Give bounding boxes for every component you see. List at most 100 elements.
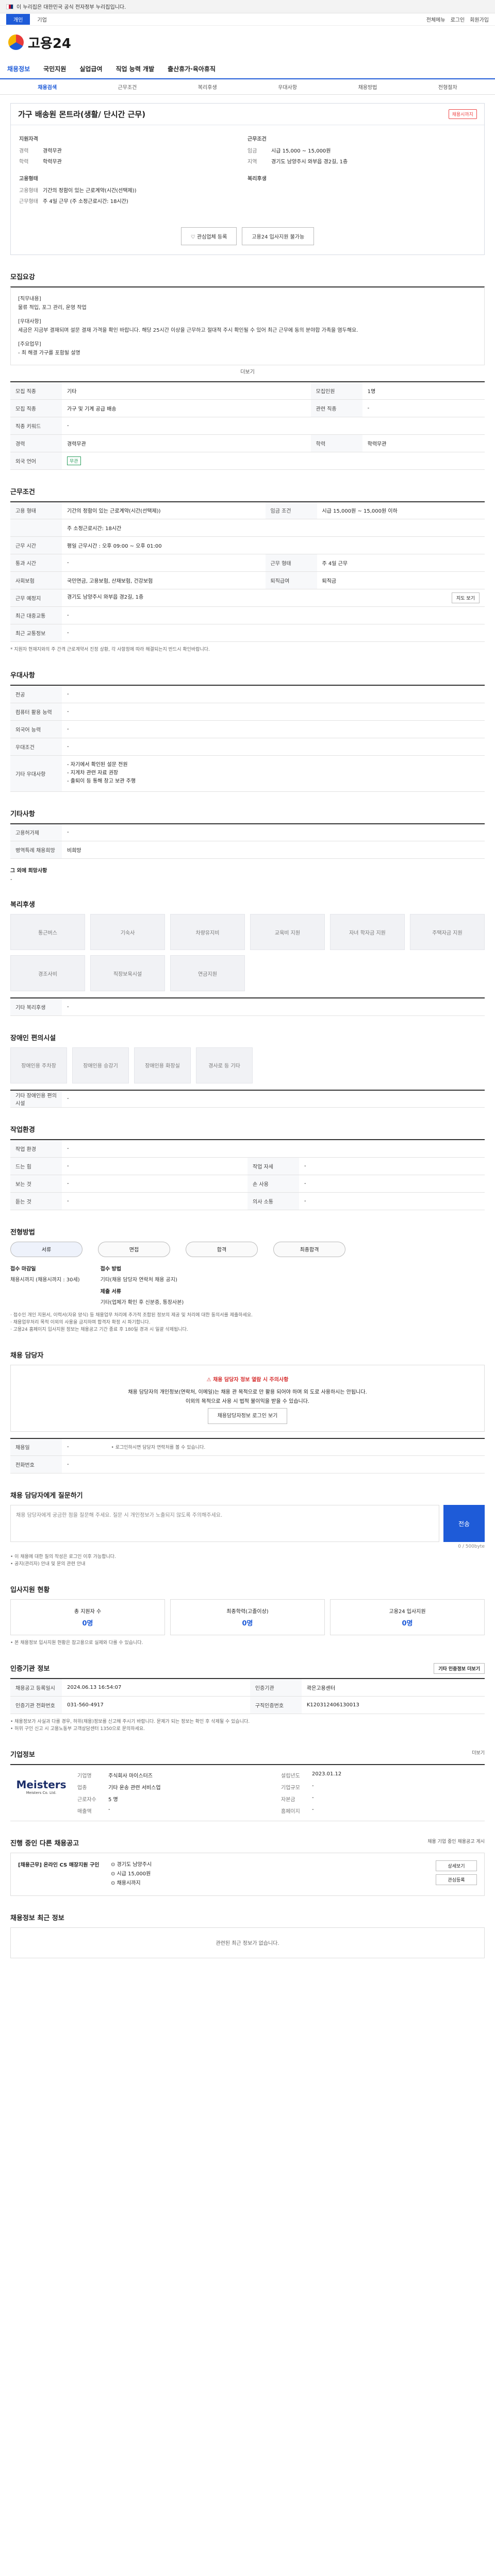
nav-jobs[interactable]: 채용정보 xyxy=(7,64,30,73)
note-line: · 고용24 홈페이지 입사지원 정보는 채용공고 기간 종료 후 180일 경… xyxy=(10,1327,188,1332)
qa-input[interactable]: 채용 담당자에게 궁금한 점을 질문해 주세요. 질문 시 개인정보가 노출되지… xyxy=(10,1505,439,1542)
workenv-section-title: 작업환경 xyxy=(10,1126,35,1134)
subnav-0[interactable]: 채용검색 xyxy=(7,83,87,91)
summary-cond-title: 근무조건 xyxy=(248,137,267,142)
apply-method-title: 접수 방법 xyxy=(100,1266,121,1272)
more-button[interactable]: 더보기 xyxy=(10,367,485,375)
th: 손 사용 xyxy=(248,1175,299,1193)
site-logo[interactable]: 고용24 xyxy=(28,33,71,52)
pref-section-title: 우대사항 xyxy=(10,672,35,680)
kv-val: 주 4일 근무 (주 소정근로시간: 18시간) xyxy=(43,199,128,205)
subnav-4[interactable]: 채용방법 xyxy=(327,83,407,91)
other-table: 고용허가제 - 병역특례 채용희망 비희망 xyxy=(10,823,485,859)
td: - xyxy=(62,1438,106,1456)
td: - xyxy=(62,1175,248,1193)
stats-section-title: 입사지원 현황 xyxy=(10,1586,50,1594)
info-more-button[interactable]: 기타 인증정보 더보기 xyxy=(434,1663,485,1674)
welfare-child-edu-icon: 자녀 학자금 지원 xyxy=(330,914,405,950)
map-button[interactable]: 지도 보기 xyxy=(452,592,480,603)
nav-unemployment[interactable]: 실업급여 xyxy=(79,64,102,73)
nav-support[interactable]: 국민지원 xyxy=(43,64,66,73)
stat-edu: 최종학력(고졸이상) 0명 xyxy=(170,1599,325,1635)
apply-unavailable-button[interactable]: 고용24 입사지원 불가능 xyxy=(242,227,315,245)
th: 근무 예정지 xyxy=(10,589,62,607)
login-link[interactable]: 로그인 xyxy=(451,15,465,23)
company-more-link[interactable]: 더보기 xyxy=(472,1749,485,1756)
favorite-company-button[interactable]: ♡ 관심업체 등록 xyxy=(180,227,237,245)
other-job-card[interactable]: [채용근무] 온라인 CS 매장지원 구인 ⊙ 경기도 남양주시 ⊙ 시급 15… xyxy=(10,1852,485,1896)
contact-view-button[interactable]: 채용담당자정보 로그인 보기 xyxy=(207,1408,288,1424)
disab-ramp-icon: 경사로 등 기타 xyxy=(196,1047,253,1083)
nav-training[interactable]: 직업 능력 개발 xyxy=(116,64,155,73)
warn-line: 이외의 목적으로 사용 시 법적 불이익을 받을 수 있습니다. xyxy=(185,1398,310,1404)
contact-warning: ⚠ 채용 담당자 정보 열람 시 주의사항 채용 담당자의 개인정보(연락처, … xyxy=(10,1364,485,1432)
subnav-3[interactable]: 우대사항 xyxy=(248,83,327,91)
td: 기간의 정함이 있는 근로계약(시간(선택제)) xyxy=(62,501,266,519)
welfare-section-title: 복리후생 xyxy=(10,901,35,909)
kv-key: 학력 xyxy=(19,159,29,165)
info-notes: • 채용정보가 사실과 다를 경우, 허위(채용)정보를 신고해 주시기 바랍니… xyxy=(10,1718,485,1733)
korea-flag-icon xyxy=(6,4,13,9)
stats-row: 총 지원자 수 0명 최종학력(고졸이상) 0명 고용24 입사지원 0명 xyxy=(10,1599,485,1635)
th: 작업 자세 xyxy=(248,1157,299,1175)
other-section-title: 기타사항 xyxy=(10,810,35,818)
recruit-content: [직무내용] 물류 적입, 포그 관리, 운영 작업 [우대사항] 세금은 지금… xyxy=(10,286,485,365)
note-line: • 채용정보가 사실과 다를 경우, 허위(채용)정보를 신고해 주시기 바랍니… xyxy=(10,1719,250,1724)
stat-label: 총 지원자 수 xyxy=(74,1609,102,1615)
kv-key: 임금 xyxy=(248,148,257,154)
td: - xyxy=(62,1090,485,1108)
subnav-1[interactable]: 근무조건 xyxy=(87,83,167,91)
favorite-button[interactable]: 관심등록 xyxy=(436,1874,477,1885)
note-line: • 이 채용에 대한 질의 작성은 로그인 이후 가능합니다. xyxy=(10,1554,116,1560)
ci-val: - xyxy=(312,1806,314,1812)
td: - xyxy=(62,703,485,721)
company-info: 기업명 주식회사 마이스터즈 설립년도 2023.01.12 업종 기타 운송 관련 … xyxy=(72,1771,485,1815)
nav-leave[interactable]: 출산휴가·육아휴직 xyxy=(168,64,216,73)
all-menu-link[interactable]: 전체메뉴 xyxy=(426,15,446,23)
detail-button[interactable]: 상세보기 xyxy=(436,1860,477,1871)
th: 최근 대중교통 xyxy=(10,606,62,624)
main-nav: 채용정보 국민지원 실업급여 직업 능력 개발 출산휴가·육아휴직 xyxy=(0,59,495,79)
qa-send-button[interactable]: 전송 xyxy=(443,1505,485,1542)
company-logo: Meisters Meisters Co. Ltd. xyxy=(10,1771,72,1802)
subnav-2[interactable]: 복리후생 xyxy=(168,83,248,91)
ci-key: 기업규모 xyxy=(281,1785,300,1791)
content-line: [주요업무] xyxy=(18,342,41,347)
tab-company[interactable]: 기업 xyxy=(30,14,54,25)
other-job-title[interactable]: [채용근무] 온라인 CS 매장지원 구인 xyxy=(18,1860,111,1888)
process-steps: 서류 면접 합격 최종합격 xyxy=(10,1241,485,1257)
work24-logo-icon xyxy=(8,35,24,50)
td: - xyxy=(299,1157,485,1175)
th: 기타 복리후생 xyxy=(10,998,62,1016)
th xyxy=(10,519,62,537)
td: 경기도 남양주시 와부읍 경2길, 1층 지도 보기 xyxy=(62,589,485,607)
td: 주 소정근로시간: 18시간 xyxy=(62,519,485,537)
kv-val: 시급 15,000 ~ 15,000원 xyxy=(271,148,331,154)
th: 근무 형태 xyxy=(265,554,317,572)
td: - xyxy=(299,1192,485,1210)
th: 컴퓨터 활용 능력 xyxy=(10,703,62,721)
th: 임금 조건 xyxy=(265,501,317,519)
others-section-title: 진행 중인 다른 채용공고 채용 기업 중인 채용공고 게시 xyxy=(10,1838,485,1848)
td: - xyxy=(62,1455,485,1473)
pref-line: - 지게차 관련 자료 권장 xyxy=(67,770,119,776)
th: 고용 형태 xyxy=(10,501,62,519)
meta-line: ⊙ 시급 15,000원 xyxy=(111,1871,151,1877)
welfare-dorm-icon: 기숙사 xyxy=(90,914,165,950)
td: 국민연금, 고용보험, 산재보험, 건강보험 xyxy=(62,571,266,589)
ci-val: - xyxy=(108,1806,110,1812)
apply-deadline-title: 접수 마감일 xyxy=(10,1266,36,1272)
td: 주 4일 근무 xyxy=(317,554,485,572)
tab-individual[interactable]: 개인 xyxy=(6,14,30,25)
td: 비희망 xyxy=(62,841,485,859)
ci-key: 매출액 xyxy=(77,1808,92,1815)
ci-val: 2023.01.12 xyxy=(312,1771,342,1777)
apply-deadline: 채용시까지 (채용시까지 : 30세) xyxy=(10,1277,80,1283)
welfare-event-icon: 경조사비 xyxy=(10,955,85,991)
subnav-5[interactable]: 전형절차 xyxy=(408,83,488,91)
td: 곽은고용센터 xyxy=(301,1679,485,1697)
signup-link[interactable]: 회원가입 xyxy=(470,15,489,23)
pref-line: - 자기에서 확인된 설문 전원 xyxy=(67,762,128,768)
contact-section-title: 채용 담당자 xyxy=(10,1351,44,1360)
other-job-meta: ⊙ 경기도 남양주시 ⊙ 시급 15,000원 ⊙ 채용시까지 xyxy=(111,1860,436,1888)
